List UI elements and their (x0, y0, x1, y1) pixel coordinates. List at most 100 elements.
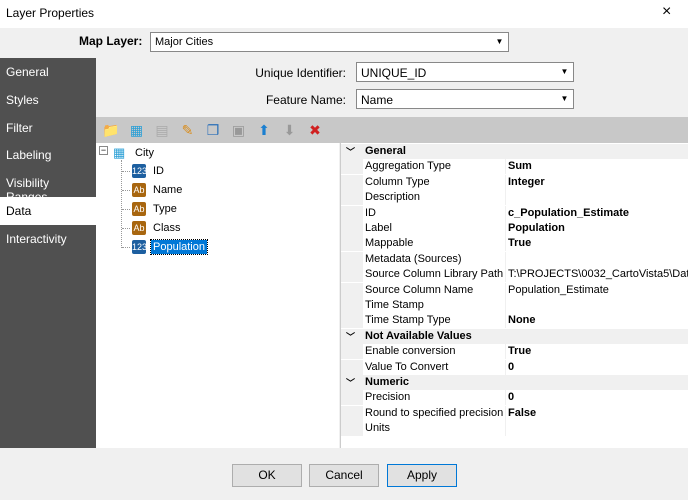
property-name: Time Stamp (365, 299, 424, 311)
property-row[interactable]: Source Column Library Path T:\PROJECTS\00… (341, 267, 688, 283)
sidebar-item-interactivity[interactable]: Interactivity (0, 225, 96, 253)
divider (505, 190, 506, 206)
property-name: Enable conversion (365, 345, 456, 358)
chevron-down-icon[interactable]: ﹀ (346, 330, 355, 343)
divider (505, 390, 506, 406)
chevron-down-icon[interactable]: ﹀ (346, 376, 355, 389)
property-name: Value To Convert (365, 360, 449, 373)
property-value[interactable]: None (508, 314, 688, 326)
property-value[interactable]: Population (508, 222, 688, 234)
property-value[interactable]: 0 (508, 361, 688, 373)
row-margin (341, 313, 363, 329)
property-row[interactable]: Round to specified precision False (341, 405, 688, 421)
sidebar-item-general[interactable]: General (0, 58, 96, 86)
property-value[interactable]: Integer (508, 176, 688, 188)
property-row[interactable]: Precision 0 (341, 390, 688, 406)
move-down-icon[interactable]: ⬇ (281, 121, 299, 139)
property-value[interactable]: Population_Estimate (508, 284, 688, 296)
property-value[interactable]: T:\PROJECTS\0032_CartoVista5\Data\D (508, 268, 688, 280)
toolbar: 📁 ▦ ▤ ✎ ❐ ▣ ⬆ ⬇ ✖ (96, 117, 688, 143)
property-row[interactable]: ID c_Population_Estimate (341, 205, 688, 221)
copy-icon[interactable]: ❐ (204, 121, 222, 139)
property-row[interactable]: Description (341, 190, 688, 206)
chevron-down-icon: ▼ (560, 67, 569, 76)
property-row[interactable]: Column Type Integer (341, 174, 688, 190)
row-margin (341, 390, 363, 406)
collapse-icon[interactable]: − (99, 146, 108, 155)
feature-name-label: Feature Name: (265, 93, 346, 107)
chevron-down-icon: ▼ (560, 94, 569, 103)
sidebar-item-labeling[interactable]: Labeling (0, 141, 96, 169)
sidebar-item-data[interactable]: Data (0, 197, 96, 225)
property-value[interactable]: c_Population_Estimate (508, 207, 688, 219)
delete-icon[interactable]: ✖ (306, 121, 324, 139)
tree-line (122, 247, 130, 248)
property-grid: ﹀ General Aggregation Type Sum Column Type In… (340, 143, 688, 448)
property-row[interactable]: Source Column Name Population_Estimate (341, 282, 688, 298)
row-margin (341, 421, 363, 437)
property-row[interactable]: Units (341, 421, 688, 437)
tree-item-population[interactable]: Population (150, 239, 208, 255)
sidebar: GeneralStylesFilterLabelingVisibility Ra… (0, 58, 96, 448)
category-numeric[interactable]: ﹀ Numeric (341, 375, 688, 390)
ok-button[interactable]: OK (232, 464, 302, 487)
tree-item-type[interactable]: Type (151, 202, 179, 216)
property-value[interactable]: True (508, 345, 688, 357)
paste-icon[interactable]: ▣ (230, 121, 248, 139)
property-name: Round to specified precision (365, 406, 504, 419)
row-margin (341, 159, 363, 175)
add-column-icon[interactable]: ▤ (153, 121, 171, 139)
sidebar-item-styles[interactable]: Styles (0, 86, 96, 114)
tree-item-id[interactable]: ID (151, 164, 166, 178)
numeric-column-icon: 123 (132, 240, 148, 254)
property-value[interactable]: True (508, 237, 688, 249)
property-row[interactable]: Value To Convert 0 (341, 359, 688, 375)
numeric-column-icon: 123 (132, 164, 148, 178)
map-layer-select[interactable]: Major Cities ▼ (150, 32, 509, 52)
row-margin (341, 190, 363, 206)
property-row[interactable]: Mappable True (341, 236, 688, 252)
tree-root-city[interactable]: City (135, 147, 154, 159)
property-value[interactable]: Sum (508, 160, 688, 172)
property-row[interactable]: Aggregation Type Sum (341, 159, 688, 175)
feature-name-select[interactable]: Name ▼ (356, 89, 574, 109)
divider (505, 251, 506, 267)
category-general[interactable]: ﹀ General (341, 144, 688, 159)
property-name: Units (365, 422, 391, 435)
property-row[interactable]: Time Stamp (341, 298, 688, 313)
tree-line (122, 209, 130, 210)
unique-identifier-label: Unique Identifier: (255, 66, 346, 80)
row-margin (341, 344, 363, 360)
apply-button[interactable]: Apply (387, 464, 457, 487)
row-margin (341, 251, 363, 267)
property-value[interactable]: False (508, 407, 688, 419)
property-row[interactable]: Enable conversion True (341, 344, 688, 360)
cancel-button[interactable]: Cancel (309, 464, 379, 487)
divider (505, 159, 506, 175)
divider (505, 267, 506, 283)
column-tree: − ▦ City 123 ID Ab Name Ab Type Ab Class 123 Populat… (96, 143, 339, 448)
sidebar-item-filter[interactable]: Filter (0, 114, 96, 142)
category-not-available-values[interactable]: ﹀ Not Available Values (341, 328, 688, 344)
property-row[interactable]: Label Population (341, 221, 688, 236)
tree-item-name[interactable]: Name (151, 183, 184, 197)
property-row[interactable]: Time Stamp Type None (341, 313, 688, 329)
unique-identifier-value: UNIQUE_ID (361, 66, 427, 80)
close-icon[interactable]: × (662, 3, 671, 21)
unique-identifier-select[interactable]: UNIQUE_ID ▼ (356, 62, 574, 82)
divider (505, 298, 506, 313)
tree-item-class[interactable]: Class (151, 221, 183, 235)
property-value[interactable]: 0 (508, 391, 688, 403)
row-margin (341, 298, 363, 313)
chevron-down-icon: ▼ (495, 37, 504, 46)
window-title: Layer Properties (6, 6, 95, 20)
property-name: Mappable (365, 237, 414, 250)
sidebar-item-visibility-ranges[interactable]: Visibility Ranges (0, 169, 96, 204)
add-folder-icon[interactable]: 📁 (102, 121, 120, 139)
edit-pencil-icon[interactable]: ✎ (179, 121, 197, 139)
move-up-icon[interactable]: ⬆ (255, 121, 273, 139)
add-table-icon[interactable]: ▦ (128, 121, 146, 139)
property-row[interactable]: Metadata (Sources) (341, 251, 688, 267)
tree-line (122, 171, 130, 172)
chevron-down-icon[interactable]: ﹀ (346, 145, 355, 158)
